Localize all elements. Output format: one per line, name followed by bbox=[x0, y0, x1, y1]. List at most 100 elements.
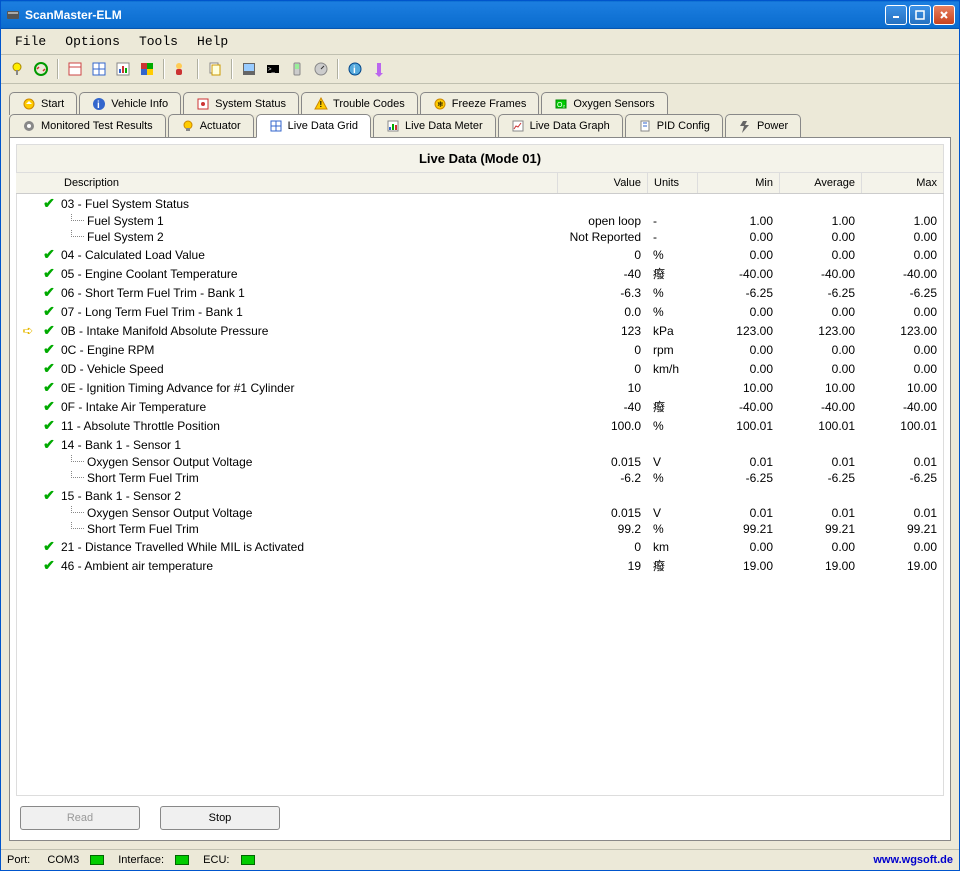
menu-file[interactable]: File bbox=[7, 32, 54, 51]
row-unit: % bbox=[647, 248, 697, 262]
read-button[interactable]: Read bbox=[20, 806, 140, 830]
maximize-button[interactable] bbox=[909, 5, 931, 25]
data-row[interactable]: ✔05 - Engine Coolant Temperature-40癈-40.… bbox=[17, 264, 943, 283]
tab-trouble[interactable]: !Trouble Codes bbox=[301, 92, 418, 115]
tab-pid[interactable]: PID Config bbox=[625, 114, 723, 137]
tb-icon-6[interactable] bbox=[137, 59, 157, 79]
row-value: 99.2 bbox=[557, 522, 647, 536]
data-row[interactable]: Short Term Fuel Trim-6.2%-6.25-6.25-6.25 bbox=[17, 470, 943, 486]
tb-icon-10[interactable]: >_ bbox=[263, 59, 283, 79]
row-min: 0.00 bbox=[697, 230, 779, 244]
row-max: 0.00 bbox=[861, 540, 943, 554]
tb-icon-1[interactable] bbox=[7, 59, 27, 79]
tb-icon-9[interactable] bbox=[239, 59, 259, 79]
menu-help[interactable]: Help bbox=[189, 32, 236, 51]
row-value: open loop bbox=[557, 214, 647, 228]
col-units[interactable]: Units bbox=[648, 173, 698, 193]
tab-meter[interactable]: Live Data Meter bbox=[373, 114, 496, 137]
tb-icon-11[interactable] bbox=[287, 59, 307, 79]
data-row[interactable]: ✔0C - Engine RPM0rpm0.000.000.00 bbox=[17, 340, 943, 359]
tab-monitored[interactable]: Monitored Test Results bbox=[9, 114, 166, 137]
row-check-icon: ✔ bbox=[39, 436, 59, 453]
data-row[interactable]: ✔04 - Calculated Load Value0%0.000.000.0… bbox=[17, 245, 943, 264]
close-button[interactable] bbox=[933, 5, 955, 25]
row-check-icon: ✔ bbox=[39, 341, 59, 358]
tb-icon-2[interactable] bbox=[31, 59, 51, 79]
data-row[interactable]: Fuel System 1open loop-1.001.001.00 bbox=[17, 213, 943, 229]
tb-icon-14[interactable] bbox=[369, 59, 389, 79]
tb-icon-7[interactable] bbox=[171, 59, 191, 79]
tb-icon-12[interactable] bbox=[311, 59, 331, 79]
row-value: 0 bbox=[557, 540, 647, 554]
row-value: -40 bbox=[557, 267, 647, 281]
tab-start[interactable]: Start bbox=[9, 92, 77, 115]
col-description[interactable]: Description bbox=[58, 173, 558, 193]
data-row[interactable]: ✔06 - Short Term Fuel Trim - Bank 1-6.3%… bbox=[17, 283, 943, 302]
button-row: Read Stop bbox=[16, 796, 944, 834]
row-value: 123 bbox=[557, 324, 647, 338]
menubar: File Options Tools Help bbox=[1, 29, 959, 55]
stop-button[interactable]: Stop bbox=[160, 806, 280, 830]
data-row[interactable]: Oxygen Sensor Output Voltage0.015V0.010.… bbox=[17, 505, 943, 521]
col-max[interactable]: Max bbox=[862, 173, 944, 193]
minimize-button[interactable] bbox=[885, 5, 907, 25]
col-value[interactable]: Value bbox=[558, 173, 648, 193]
tab-graph[interactable]: Live Data Graph bbox=[498, 114, 623, 137]
data-row[interactable]: ✔11 - Absolute Throttle Position100.0%10… bbox=[17, 416, 943, 435]
statusbar: Port: COM3 Interface: ECU: www.wgsoft.de bbox=[1, 849, 959, 870]
row-unit: % bbox=[647, 286, 697, 300]
row-max: -40.00 bbox=[861, 400, 943, 414]
data-row[interactable]: ✔14 - Bank 1 - Sensor 1 bbox=[17, 435, 943, 454]
row-max: 0.01 bbox=[861, 455, 943, 469]
tb-icon-13[interactable]: i bbox=[345, 59, 365, 79]
interface-led-icon bbox=[175, 855, 189, 865]
menu-tools[interactable]: Tools bbox=[131, 32, 186, 51]
data-row[interactable]: ✔03 - Fuel System Status bbox=[17, 194, 943, 213]
tab-actuator[interactable]: Actuator bbox=[168, 114, 254, 137]
tab-vehicle[interactable]: iVehicle Info bbox=[79, 92, 181, 115]
titlebar[interactable]: ScanMaster-ELM bbox=[1, 1, 959, 29]
row-value: 0 bbox=[557, 362, 647, 376]
data-row[interactable]: ✔0E - Ignition Timing Advance for #1 Cyl… bbox=[17, 378, 943, 397]
col-average[interactable]: Average bbox=[780, 173, 862, 193]
row-min: 10.00 bbox=[697, 381, 779, 395]
data-row[interactable]: ✔0F - Intake Air Temperature-40癈-40.00-4… bbox=[17, 397, 943, 416]
data-row[interactable]: ✔0D - Vehicle Speed0km/h0.000.000.00 bbox=[17, 359, 943, 378]
row-description: Short Term Fuel Trim bbox=[59, 522, 557, 536]
tab-power[interactable]: Power bbox=[725, 114, 801, 137]
tb-icon-8[interactable] bbox=[205, 59, 225, 79]
tab-freeze[interactable]: ❄Freeze Frames bbox=[420, 92, 540, 115]
menu-options[interactable]: Options bbox=[57, 32, 128, 51]
row-max: 10.00 bbox=[861, 381, 943, 395]
row-avg: 10.00 bbox=[779, 381, 861, 395]
row-avg: 19.00 bbox=[779, 559, 861, 573]
row-description: 0E - Ignition Timing Advance for #1 Cyli… bbox=[59, 381, 557, 395]
row-max: 19.00 bbox=[861, 559, 943, 573]
row-check-icon: ✔ bbox=[39, 417, 59, 434]
grid-body[interactable]: ✔03 - Fuel System StatusFuel System 1ope… bbox=[16, 194, 944, 796]
data-row[interactable]: ✔07 - Long Term Fuel Trim - Bank 10.0%0.… bbox=[17, 302, 943, 321]
row-avg: 0.00 bbox=[779, 362, 861, 376]
data-row[interactable]: Oxygen Sensor Output Voltage0.015V0.010.… bbox=[17, 454, 943, 470]
tb-icon-5[interactable] bbox=[113, 59, 133, 79]
data-row[interactable]: Fuel System 2Not Reported-0.000.000.00 bbox=[17, 229, 943, 245]
tb-icon-4[interactable] bbox=[89, 59, 109, 79]
data-row[interactable]: ✔46 - Ambient air temperature19癈19.0019.… bbox=[17, 556, 943, 575]
data-row[interactable]: Short Term Fuel Trim99.2%99.2199.2199.21 bbox=[17, 521, 943, 537]
tab-grid[interactable]: Live Data Grid bbox=[256, 114, 371, 138]
tab-oxygen[interactable]: O₂Oxygen Sensors bbox=[541, 92, 667, 115]
live-data-panel: Live Data (Mode 01) Description Value Un… bbox=[9, 137, 951, 841]
row-max: 0.00 bbox=[861, 230, 943, 244]
row-max: 100.01 bbox=[861, 419, 943, 433]
status-link[interactable]: www.wgsoft.de bbox=[873, 854, 953, 866]
data-row[interactable]: ✔15 - Bank 1 - Sensor 2 bbox=[17, 486, 943, 505]
row-min: -40.00 bbox=[697, 400, 779, 414]
tb-icon-3[interactable] bbox=[65, 59, 85, 79]
data-row[interactable]: ➪✔0B - Intake Manifold Absolute Pressure… bbox=[17, 321, 943, 340]
tab-sysstat[interactable]: System Status bbox=[183, 92, 299, 115]
data-row[interactable]: ✔21 - Distance Travelled While MIL is Ac… bbox=[17, 537, 943, 556]
row-min: 100.01 bbox=[697, 419, 779, 433]
col-min[interactable]: Min bbox=[698, 173, 780, 193]
row-avg: -40.00 bbox=[779, 267, 861, 281]
app-window: ScanMaster-ELM File Options Tools Help >… bbox=[0, 0, 960, 871]
